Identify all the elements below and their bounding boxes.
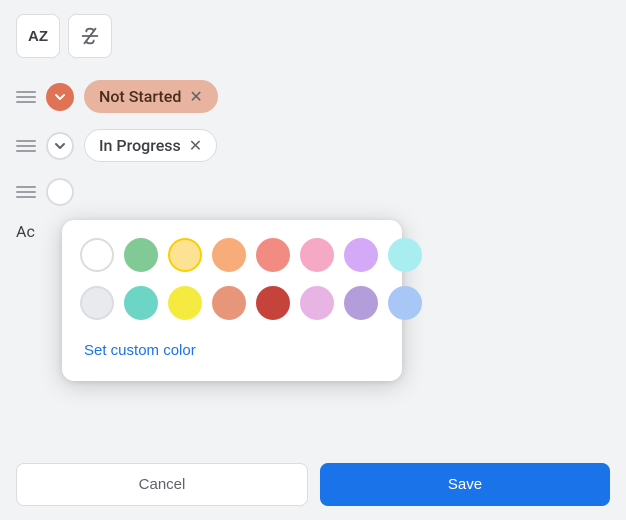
chip-close-icon[interactable]: ✕ [189, 89, 202, 105]
drag-handle[interactable] [16, 186, 36, 198]
row-circle-button[interactable] [46, 132, 74, 160]
main-area: AZ Not Started [0, 0, 626, 520]
color-light-purple[interactable] [300, 286, 334, 320]
color-yellow[interactable] [168, 286, 202, 320]
drag-handle[interactable] [16, 140, 36, 152]
list-item: Not Started ✕ [16, 72, 610, 121]
color-teal[interactable] [124, 286, 158, 320]
drag-line-1 [16, 91, 36, 93]
drag-line-2 [16, 145, 36, 147]
color-salmon[interactable] [212, 286, 246, 320]
chevron-down-icon [54, 140, 66, 152]
color-green[interactable] [124, 238, 158, 272]
chip-close-icon[interactable]: ✕ [189, 138, 202, 154]
add-label[interactable]: Ac [16, 222, 35, 241]
color-pink[interactable] [300, 238, 334, 272]
in-progress-chip[interactable]: In Progress ✕ [84, 129, 217, 162]
not-started-chip[interactable]: Not Started ✕ [84, 80, 218, 113]
color-white[interactable] [80, 238, 114, 272]
az-icon: AZ [28, 28, 48, 45]
az-button[interactable]: AZ [16, 14, 60, 58]
color-light-gray[interactable] [80, 286, 114, 320]
chip-label: In Progress [99, 136, 181, 155]
color-lavender[interactable] [344, 238, 378, 272]
drag-line-1 [16, 186, 36, 188]
row-circle-button[interactable] [46, 83, 74, 111]
drag-line-2 [16, 96, 36, 98]
color-purple[interactable] [344, 286, 378, 320]
chip-label: Not Started [99, 87, 181, 106]
save-button[interactable]: Save [320, 463, 610, 506]
drag-line-3 [16, 101, 36, 103]
color-picker-popup: Set custom color [62, 220, 402, 381]
drag-line-2 [16, 191, 36, 193]
strikethrough-button[interactable] [68, 14, 112, 58]
chevron-down-icon [54, 91, 66, 103]
color-grid-row2 [80, 286, 384, 320]
color-orange[interactable] [212, 238, 246, 272]
list-item: In Progress ✕ [16, 121, 610, 170]
drag-line-1 [16, 140, 36, 142]
row-circle-button[interactable] [46, 178, 74, 206]
drag-line-3 [16, 150, 36, 152]
color-red[interactable] [256, 238, 290, 272]
strikethrough-icon [79, 25, 101, 47]
color-light-blue[interactable] [388, 286, 422, 320]
color-grid-row1 [80, 238, 384, 272]
toolbar: AZ [0, 0, 626, 72]
color-cyan[interactable] [388, 238, 422, 272]
color-light-yellow[interactable] [168, 238, 202, 272]
color-dark-red[interactable] [256, 286, 290, 320]
set-custom-color-button[interactable]: Set custom color [80, 334, 384, 367]
list-rows: Not Started ✕ In Progress ✕ [0, 72, 626, 214]
cancel-button[interactable]: Cancel [16, 463, 308, 506]
drag-line-3 [16, 196, 36, 198]
bottom-buttons: Cancel Save [0, 449, 626, 520]
list-item-simple [16, 170, 610, 214]
drag-handle[interactable] [16, 91, 36, 103]
